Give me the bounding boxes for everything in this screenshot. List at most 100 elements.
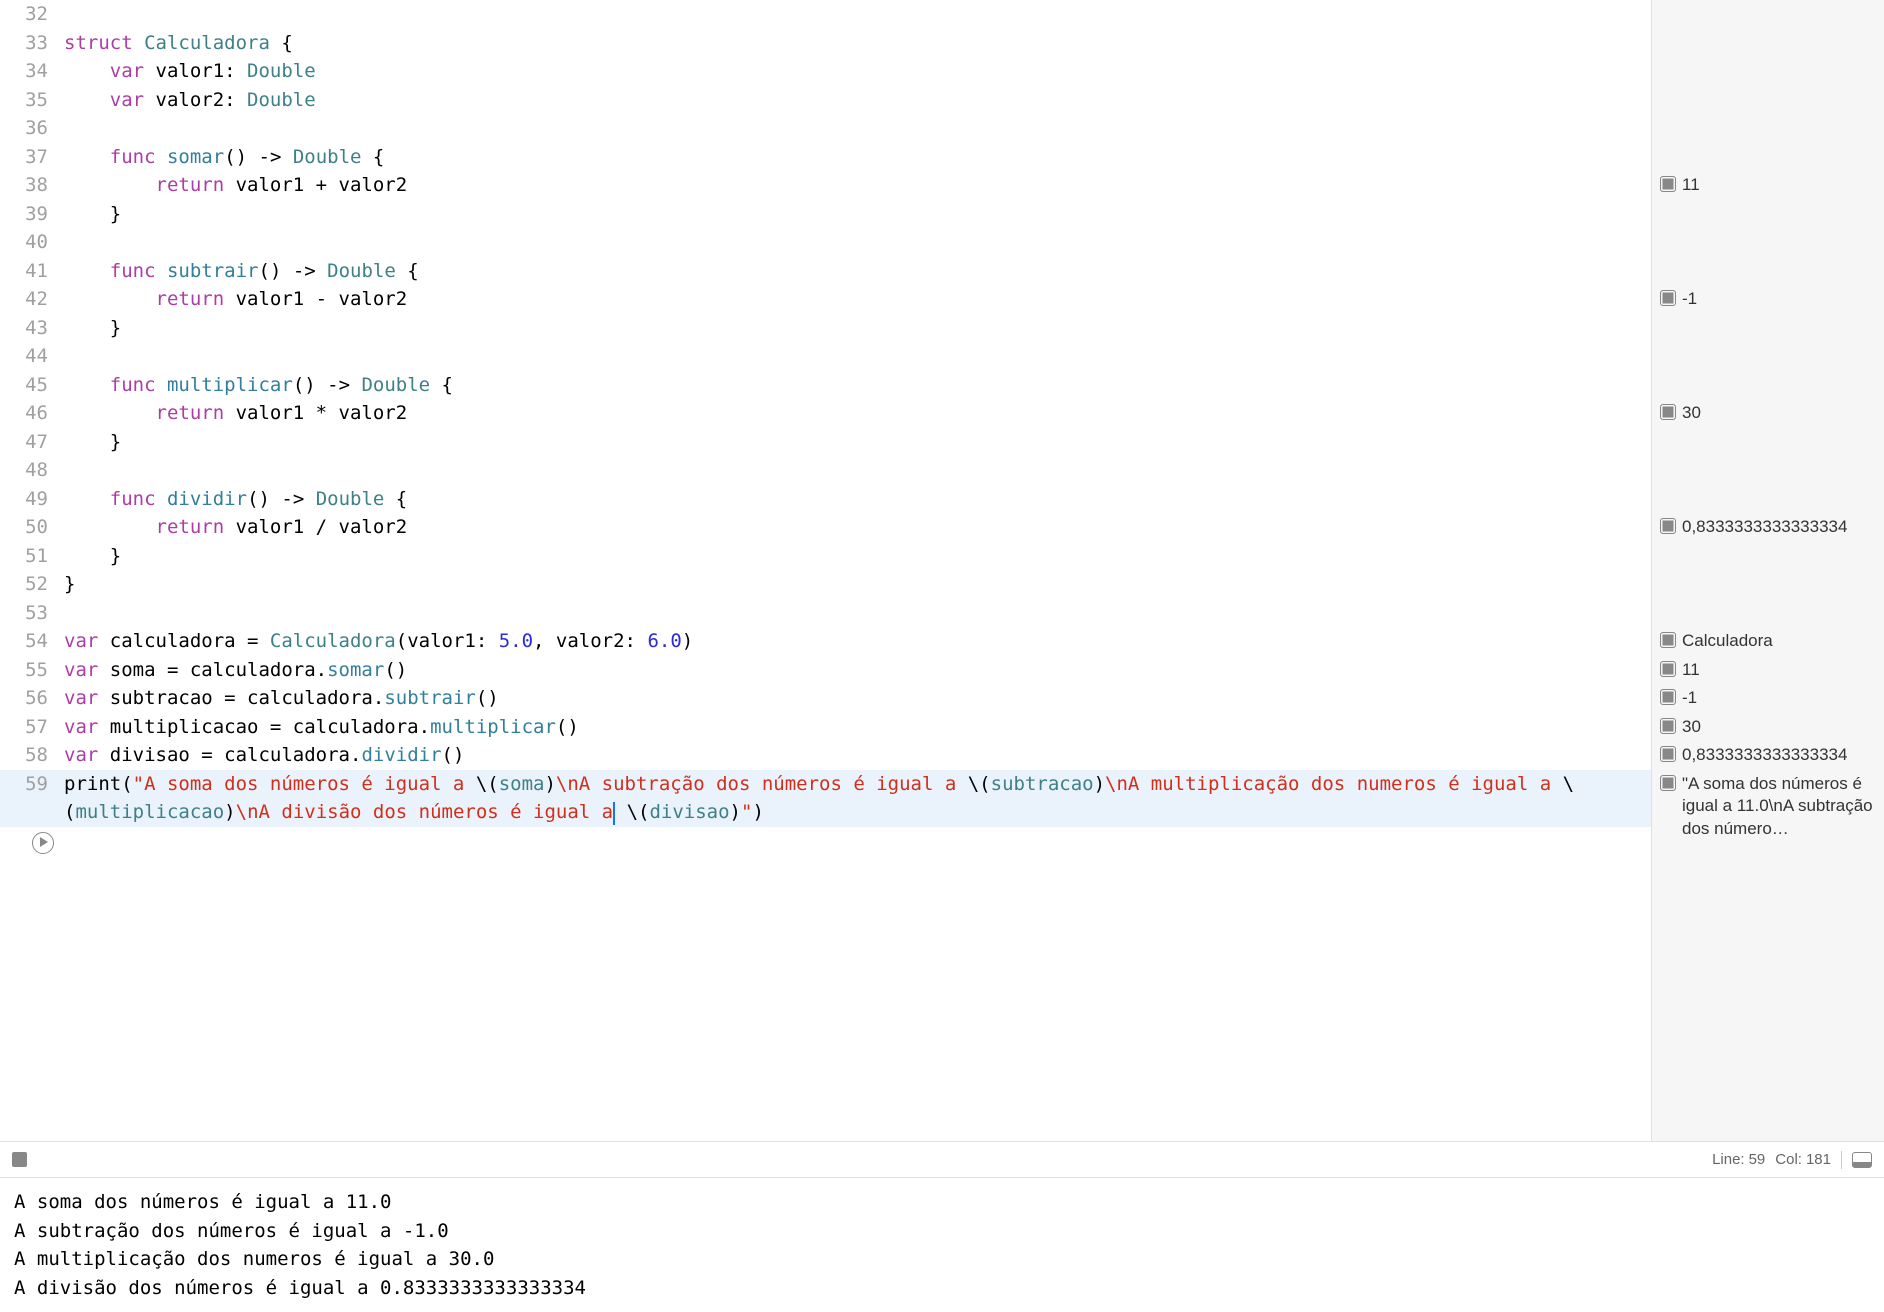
result-row[interactable]: 11: [1652, 656, 1884, 685]
code-content[interactable]: return valor1 * valor2: [62, 399, 407, 428]
code-content[interactable]: [62, 228, 64, 257]
code-content[interactable]: var subtracao = calculadora.subtrair(): [62, 684, 499, 713]
code-line[interactable]: 54var calculadora = Calculadora(valor1: …: [0, 627, 1651, 656]
code-line[interactable]: 32: [0, 0, 1651, 29]
code-content[interactable]: func somar() -> Double {: [62, 143, 384, 172]
line-number: 34: [0, 57, 62, 86]
status-bar: Line: 59 Col: 181: [0, 1142, 1884, 1178]
code-content[interactable]: return valor1 - valor2: [62, 285, 407, 314]
stop-icon[interactable]: [12, 1152, 27, 1167]
code-content[interactable]: [62, 342, 64, 371]
quicklook-icon[interactable]: [1660, 518, 1676, 534]
result-row: [1652, 855, 1884, 884]
quicklook-icon[interactable]: [1660, 176, 1676, 192]
quicklook-icon[interactable]: [1660, 632, 1676, 648]
code-content[interactable]: }: [62, 200, 121, 229]
quicklook-icon[interactable]: [1660, 661, 1676, 677]
quicklook-icon[interactable]: [1660, 689, 1676, 705]
code-line[interactable]: 55var soma = calculadora.somar(): [0, 656, 1651, 685]
play-icon[interactable]: [32, 832, 54, 854]
editor-area: 3233struct Calculadora {34 var valor1: D…: [0, 0, 1884, 1142]
code-line[interactable]: 35 var valor2: Double: [0, 86, 1651, 115]
cursor-col-label: Col:: [1775, 1151, 1802, 1168]
code-content[interactable]: }: [62, 570, 75, 599]
result-row[interactable]: -1: [1652, 285, 1884, 314]
line-number: 59: [0, 770, 62, 827]
result-row: [1652, 57, 1884, 86]
code-line[interactable]: 45 func multiplicar() -> Double {: [0, 371, 1651, 400]
line-number: 46: [0, 399, 62, 428]
code-line[interactable]: 34 var valor1: Double: [0, 57, 1651, 86]
code-line[interactable]: 53: [0, 599, 1651, 628]
code-line[interactable]: 51 }: [0, 542, 1651, 571]
quicklook-icon[interactable]: [1660, 718, 1676, 734]
code-line[interactable]: 39 }: [0, 200, 1651, 229]
code-content[interactable]: func dividir() -> Double {: [62, 485, 407, 514]
code-line[interactable]: 58var divisao = calculadora.dividir(): [0, 741, 1651, 770]
code-line[interactable]: 52}: [0, 570, 1651, 599]
code-content[interactable]: return valor1 + valor2: [62, 171, 407, 200]
code-content[interactable]: struct Calculadora {: [62, 29, 293, 58]
result-row[interactable]: 0,8333333333333334: [1652, 513, 1884, 542]
code-line[interactable]: 41 func subtrair() -> Double {: [0, 257, 1651, 286]
code-content[interactable]: var soma = calculadora.somar(): [62, 656, 407, 685]
code-line[interactable]: 49 func dividir() -> Double {: [0, 485, 1651, 514]
code-line[interactable]: 46 return valor1 * valor2: [0, 399, 1651, 428]
quicklook-icon[interactable]: [1660, 746, 1676, 762]
console-line: A soma dos números é igual a 11.0: [14, 1188, 1870, 1217]
result-row: [1652, 570, 1884, 599]
code-line[interactable]: 48: [0, 456, 1651, 485]
code-content[interactable]: [62, 114, 64, 143]
code-content[interactable]: [62, 456, 64, 485]
code-content[interactable]: return valor1 / valor2: [62, 513, 407, 542]
code-content[interactable]: var multiplicacao = calculadora.multipli…: [62, 713, 579, 742]
code-line[interactable]: 56var subtracao = calculadora.subtrair(): [0, 684, 1651, 713]
code-line[interactable]: 50 return valor1 / valor2: [0, 513, 1651, 542]
code-content[interactable]: var divisao = calculadora.dividir(): [62, 741, 464, 770]
line-number: 40: [0, 228, 62, 257]
result-row[interactable]: 30: [1652, 399, 1884, 428]
line-number: 38: [0, 171, 62, 200]
code-line[interactable]: 40: [0, 228, 1651, 257]
code-content[interactable]: [62, 599, 64, 628]
line-number: 41: [0, 257, 62, 286]
code-line[interactable]: 42 return valor1 - valor2: [0, 285, 1651, 314]
line-number: 39: [0, 200, 62, 229]
code-content[interactable]: func multiplicar() -> Double {: [62, 371, 453, 400]
quicklook-icon[interactable]: [1660, 290, 1676, 306]
result-row[interactable]: Calculadora: [1652, 627, 1884, 656]
result-row[interactable]: 11: [1652, 171, 1884, 200]
code-line[interactable]: 59print("A soma dos números é igual a \(…: [0, 770, 1651, 827]
code-content[interactable]: var calculadora = Calculadora(valor1: 5.…: [62, 627, 693, 656]
code-line[interactable]: 36: [0, 114, 1651, 143]
code-line[interactable]: 43 }: [0, 314, 1651, 343]
code-line[interactable]: 47 }: [0, 428, 1651, 457]
code-content[interactable]: var valor2: Double: [62, 86, 316, 115]
code-editor[interactable]: 3233struct Calculadora {34 var valor1: D…: [0, 0, 1652, 1141]
line-number: 57: [0, 713, 62, 742]
code-content[interactable]: [62, 0, 64, 29]
results-sidebar[interactable]: 11-1300,8333333333333334Calculadora11-13…: [1652, 0, 1884, 1141]
result-row: [1652, 143, 1884, 172]
run-row: [0, 827, 1651, 859]
code-content[interactable]: func subtrair() -> Double {: [62, 257, 419, 286]
code-line[interactable]: 57var multiplicacao = calculadora.multip…: [0, 713, 1651, 742]
code-content[interactable]: var valor1: Double: [62, 57, 316, 86]
line-number: 36: [0, 114, 62, 143]
code-line[interactable]: 44: [0, 342, 1651, 371]
quicklook-icon[interactable]: [1660, 404, 1676, 420]
code-content[interactable]: }: [62, 314, 121, 343]
result-row[interactable]: -1: [1652, 684, 1884, 713]
code-line[interactable]: 37 func somar() -> Double {: [0, 143, 1651, 172]
code-content[interactable]: }: [62, 542, 121, 571]
console-output[interactable]: A soma dos números é igual a 11.0A subtr…: [0, 1178, 1884, 1312]
code-line[interactable]: 33struct Calculadora {: [0, 29, 1651, 58]
result-row[interactable]: 30: [1652, 713, 1884, 742]
code-content[interactable]: }: [62, 428, 121, 457]
result-row[interactable]: 0,8333333333333334: [1652, 741, 1884, 770]
code-line[interactable]: 38 return valor1 + valor2: [0, 171, 1651, 200]
result-row[interactable]: "A soma dos números é igual a 11.0\nA su…: [1652, 770, 1884, 856]
toggle-console-icon[interactable]: [1852, 1152, 1872, 1168]
code-content[interactable]: print("A soma dos números é igual a \(so…: [62, 770, 1651, 827]
quicklook-icon[interactable]: [1660, 775, 1676, 791]
